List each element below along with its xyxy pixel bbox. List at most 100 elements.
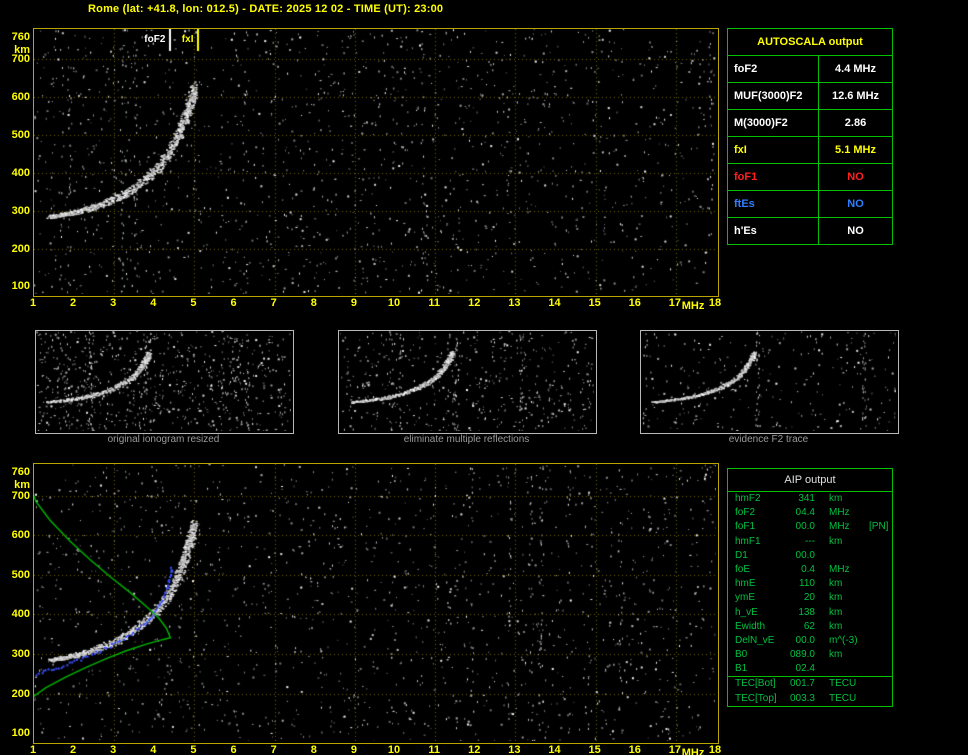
thumbnail-original-ionogram bbox=[35, 330, 294, 434]
y-axis-unit: km bbox=[14, 478, 30, 491]
aip-value: 04.4 bbox=[795, 507, 815, 519]
y-tick-label: 600 bbox=[11, 529, 30, 542]
y-tick-label: 400 bbox=[11, 166, 30, 179]
param-label: ftEs bbox=[728, 191, 819, 217]
y-tick-label: 300 bbox=[11, 647, 30, 660]
y-axis-unit: km bbox=[14, 43, 30, 56]
y-tick-label: 700 bbox=[11, 489, 30, 502]
aip-name: hmF2 bbox=[735, 493, 761, 504]
aip-row: TEC[Bot] 001.7 TECU bbox=[728, 676, 892, 691]
aip-unit: MHz bbox=[829, 563, 850, 575]
aip-row: ymE 20 km bbox=[728, 591, 892, 605]
aip-value: 341 bbox=[798, 493, 815, 504]
aip-value: 00.0 bbox=[795, 521, 815, 533]
x-tick-label: 10 bbox=[387, 744, 401, 755]
x-axis-unit: MHz bbox=[681, 300, 705, 312]
y-tick-label: 200 bbox=[11, 242, 30, 255]
aip-name: hmF1 bbox=[735, 535, 761, 547]
ionogram-canvas-bottom bbox=[34, 464, 716, 741]
x-tick-label: 3 bbox=[110, 297, 117, 309]
x-tick-label: 4 bbox=[150, 297, 157, 309]
aip-value: --- bbox=[805, 535, 815, 547]
aip-row: B1 02.4 bbox=[728, 662, 892, 676]
ionogram-plot-top bbox=[33, 28, 719, 297]
y-tick-label: 200 bbox=[11, 687, 30, 700]
x-tick-label: 12 bbox=[468, 297, 481, 309]
param-value: 4.4 MHz bbox=[835, 63, 876, 75]
aip-row: foF2 04.4 MHz bbox=[728, 506, 892, 520]
param-label: MUF(3000)F2 bbox=[728, 83, 819, 109]
aip-unit: km bbox=[829, 578, 843, 590]
y-tick-label: 100 bbox=[11, 280, 30, 293]
thumbnail-eliminate-reflections bbox=[338, 330, 597, 434]
param-value: 5.1 MHz bbox=[835, 144, 876, 156]
autoscala-row: M(3000)F2 2.86 bbox=[728, 110, 892, 137]
aip-unit: km bbox=[829, 649, 843, 661]
aip-name: hmE bbox=[735, 578, 756, 590]
x-tick-label: 5 bbox=[190, 297, 197, 309]
x-tick-label: 8 bbox=[310, 297, 317, 309]
aip-table: AIP output hmF2 341 km foF2 04.4 MHz foF1 00.0 M… bbox=[727, 468, 893, 707]
aip-unit bbox=[829, 662, 869, 676]
autoscala-row: ftEs NO bbox=[728, 191, 892, 218]
thumbnail-caption-original: original ionogram resized bbox=[107, 434, 220, 445]
aip-unit: km bbox=[829, 535, 843, 547]
x-tick-label: 9 bbox=[350, 744, 357, 755]
param-value: NO bbox=[847, 171, 864, 183]
x-tick-label: 13 bbox=[508, 297, 521, 309]
aip-row: foE 0.4 MHz bbox=[728, 563, 892, 577]
x-axis-unit: MHz bbox=[681, 747, 705, 755]
y-tick-label: 300 bbox=[11, 204, 30, 217]
aip-name: Ewidth bbox=[735, 620, 766, 632]
x-tick-label: 4 bbox=[150, 744, 157, 755]
autoscala-row: h'Es NO bbox=[728, 218, 892, 244]
param-label: M(3000)F2 bbox=[728, 110, 819, 136]
aip-row: Ewidth 62 km bbox=[728, 620, 892, 634]
aip-row: DelN_vE 00.0 m^(-3) bbox=[728, 634, 892, 648]
aip-value: 089.0 bbox=[789, 649, 815, 661]
aip-value: 00.0 bbox=[795, 549, 815, 561]
autoscala-table-title: AUTOSCALA output bbox=[728, 29, 892, 56]
y-tick-label: 760 bbox=[11, 30, 30, 43]
aip-value: 001.7 bbox=[789, 678, 815, 690]
x-tick-label: 13 bbox=[508, 744, 521, 755]
ionogram-plot-bottom bbox=[33, 463, 719, 744]
aip-row: D1 00.0 bbox=[728, 549, 892, 563]
x-tick-label: 11 bbox=[428, 744, 440, 755]
autoscala-table-rows: foF2 4.4 MHz MUF(3000)F2 12.6 MHz M(3000)F2 2… bbox=[728, 56, 892, 244]
x-tick-label: 1 bbox=[29, 744, 37, 755]
aip-name: B0 bbox=[735, 649, 748, 661]
param-value: 12.6 MHz bbox=[831, 90, 880, 102]
param-value: NO bbox=[847, 225, 864, 237]
aip-unit: TECU bbox=[829, 678, 857, 690]
thumbnail-caption-f2trace: evidence F2 trace bbox=[728, 434, 809, 445]
aip-value: 0.4 bbox=[801, 563, 815, 575]
x-tick-label: 14 bbox=[548, 297, 561, 309]
x-tick-label: 16 bbox=[628, 297, 641, 309]
thumbnail-caption-reflections: eliminate multiple reflections bbox=[403, 434, 530, 445]
aip-unit bbox=[829, 549, 869, 563]
autoscala-row: MUF(3000)F2 12.6 MHz bbox=[728, 83, 892, 110]
x-tick-label: 2 bbox=[70, 297, 77, 309]
x-tick-label: 6 bbox=[230, 744, 237, 755]
aip-unit: MHz bbox=[829, 521, 850, 533]
aip-name: h_vE bbox=[735, 606, 758, 618]
x-tick-label: 2 bbox=[70, 744, 77, 755]
y-tick-label: 500 bbox=[11, 568, 30, 581]
y-tick-label: 500 bbox=[11, 129, 30, 141]
marker-label-fxI: fxI bbox=[181, 34, 194, 45]
aip-name: foF2 bbox=[735, 507, 756, 519]
aip-unit: m^(-3) bbox=[829, 634, 858, 646]
aip-name: B1 bbox=[735, 663, 748, 675]
aip-extra: [PN] bbox=[869, 521, 889, 533]
aip-unit: km bbox=[829, 493, 843, 504]
thumbnail-evidence-f2 bbox=[640, 330, 899, 434]
aip-value: 02.4 bbox=[795, 663, 815, 675]
aip-value: 20 bbox=[803, 592, 815, 604]
autoscala-row: fxI 5.1 MHz bbox=[728, 137, 892, 164]
aip-value: 62 bbox=[803, 620, 815, 632]
y-tick-label: 400 bbox=[11, 608, 30, 621]
aip-name: ymE bbox=[735, 592, 755, 604]
x-tick-label: 7 bbox=[270, 297, 277, 309]
thumbnail-canvas-reflections bbox=[339, 331, 594, 431]
